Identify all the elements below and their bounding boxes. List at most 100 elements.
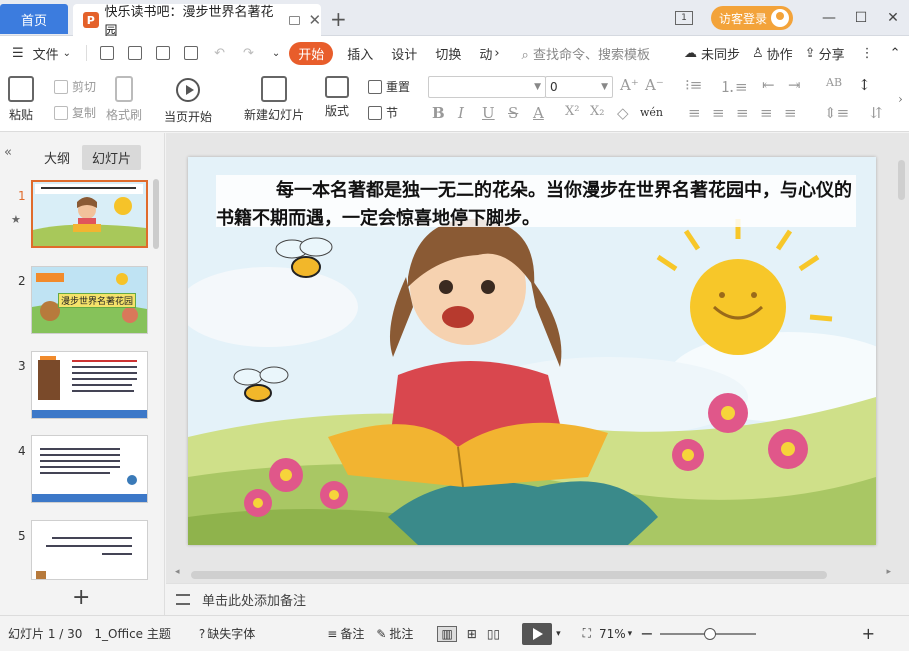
notes-toggle-button[interactable]: 备注 [340, 625, 364, 642]
horizontal-scrollbar[interactable]: ◂ ▸ [175, 567, 895, 581]
command-search-input[interactable]: ⌕ 查找命令、搜索模板 [522, 44, 650, 63]
collaborate-button[interactable]: 协作 [767, 44, 793, 63]
tab-slides[interactable]: 幻灯片 [82, 145, 142, 170]
zoom-slider[interactable] [659, 627, 756, 640]
zoom-out-button[interactable]: − [640, 624, 653, 643]
slide-thumbnail[interactable]: 漫步世界名著花园 [31, 266, 148, 334]
chevron-down-icon[interactable]: ▾ [628, 629, 633, 639]
scroll-right-icon[interactable]: ▸ [886, 567, 891, 577]
zoom-in-button[interactable]: + [862, 624, 875, 643]
slide-canvas[interactable]: 每一本名著都是独一无二的花朵。当你漫步在世界名著花园中，与心仪的书籍不期而遇，一… [188, 157, 876, 545]
paragraph-spacing-icon[interactable]: ⇕≡ [824, 104, 849, 122]
maximize-button[interactable]: ☐ [845, 10, 877, 26]
increase-font-icon[interactable]: A⁺ [620, 76, 639, 94]
document-tab[interactable]: P 快乐读书吧：漫步世界名著花园 ✕ [73, 4, 321, 39]
preview-icon[interactable] [184, 46, 199, 60]
slide-thumbnail[interactable] [31, 435, 148, 503]
hamburger-icon[interactable]: ☰ [12, 46, 24, 61]
text-direction-icon[interactable]: ⇵ [870, 104, 883, 122]
align-left-icon[interactable]: ≡ [688, 104, 701, 122]
tab-design[interactable]: 设计 [391, 44, 417, 63]
ribbon-scroll-right-icon[interactable]: › [898, 92, 903, 106]
line-spacing-icon[interactable]: ↕ [858, 76, 871, 94]
notes-pane[interactable]: 单击此处添加备注 [166, 583, 909, 615]
subscript-button[interactable]: X₂ [590, 104, 604, 119]
monitor-icon[interactable] [288, 15, 301, 25]
strikethrough-button[interactable]: S [508, 104, 518, 122]
zoom-level[interactable]: 71% [599, 627, 626, 641]
font-size-select[interactable]: 0 ▼ [545, 76, 613, 98]
decrease-indent-icon[interactable]: ⇤ [762, 76, 775, 94]
comment-button[interactable]: 批注 [389, 625, 413, 642]
print-preview-icon[interactable] [156, 46, 171, 60]
new-slide-button[interactable]: 新建幻灯片 [244, 76, 304, 123]
redo-icon[interactable]: ↷ [243, 46, 254, 61]
slideshow-play-button[interactable] [522, 622, 553, 645]
more-icon[interactable]: ⋮ [861, 46, 874, 61]
font-color-button[interactable]: A [533, 104, 544, 122]
section-button[interactable]: 节 [368, 104, 398, 121]
theme-name[interactable]: 1_Office 主题 [94, 625, 170, 642]
copy-button[interactable]: 复制 [54, 104, 96, 121]
guest-login-button[interactable]: 访客登录 [710, 6, 793, 30]
slide-thumbnail[interactable] [31, 520, 148, 580]
vertical-scroll-thumb[interactable] [898, 160, 905, 200]
notes-placeholder[interactable]: 单击此处添加备注 [202, 590, 306, 609]
save-icon[interactable] [100, 46, 115, 60]
chevron-right-icon[interactable]: › [494, 46, 499, 61]
layout-button[interactable]: 版式 [325, 76, 349, 119]
align-center-icon[interactable]: ≡ [712, 104, 725, 122]
underline-button[interactable]: U [482, 104, 495, 122]
horizontal-scroll-thumb[interactable] [191, 571, 827, 579]
close-window-button[interactable]: ✕ [877, 10, 909, 26]
reset-button[interactable]: 重置 [368, 78, 410, 95]
close-tab-icon[interactable]: ✕ [308, 11, 321, 29]
collapse-ribbon-icon[interactable]: ⌃ [890, 46, 901, 61]
reading-view-icon[interactable]: ▯▯ [487, 627, 500, 641]
text-box-icon[interactable]: AB [826, 76, 842, 89]
justify-icon[interactable]: ≡ [760, 104, 773, 122]
font-family-select[interactable]: ▼ [428, 76, 546, 98]
missing-font-button[interactable]: 缺失字体 [207, 625, 255, 642]
superscript-button[interactable]: X² [565, 104, 579, 119]
format-painter-button[interactable]: 格式刷 [106, 76, 142, 123]
bold-button[interactable]: B [432, 104, 445, 122]
distribute-icon[interactable]: ≡ [784, 104, 797, 122]
new-tab-button[interactable]: + [330, 7, 347, 31]
customize-chevron-icon[interactable]: ⌄ [272, 48, 280, 59]
chevron-down-icon[interactable]: ▾ [556, 629, 561, 639]
slide-sorter-icon[interactable]: ⊞ [467, 627, 477, 641]
add-slide-button[interactable]: + [72, 585, 90, 610]
phonetic-guide-button[interactable]: wén [640, 106, 663, 119]
align-right-icon[interactable]: ≡ [736, 104, 749, 122]
tab-transition[interactable]: 切换 [435, 44, 461, 63]
vertical-scrollbar[interactable] [896, 150, 906, 570]
fit-window-icon[interactable]: ⛶ [583, 626, 591, 641]
thumbnail-scrollbar[interactable] [153, 179, 159, 249]
undo-icon[interactable]: ↶ [214, 46, 225, 61]
decrease-font-icon[interactable]: A⁻ [645, 76, 664, 94]
tab-insert[interactable]: 插入 [347, 44, 373, 63]
sync-status[interactable]: 未同步 [701, 44, 740, 63]
zoom-slider-handle[interactable] [703, 627, 716, 640]
scroll-left-icon[interactable]: ◂ [175, 567, 180, 577]
numbering-icon[interactable]: ⒈≡ [720, 76, 748, 97]
slide-thumbnail[interactable] [31, 180, 148, 248]
italic-button[interactable]: I [458, 104, 464, 122]
print-icon[interactable] [128, 46, 143, 60]
increase-indent-icon[interactable]: ⇥ [788, 76, 801, 94]
normal-view-icon[interactable]: ▥ [437, 625, 457, 642]
home-tab[interactable]: 首页 [0, 4, 68, 34]
tab-home[interactable]: 开始 [289, 41, 334, 65]
play-from-current-button[interactable]: 当页开始 [164, 78, 212, 125]
workspace-icon[interactable]: 1 [674, 11, 693, 25]
file-menu[interactable]: 文件 [33, 44, 59, 63]
paste-button[interactable]: 粘贴 [8, 76, 34, 123]
tab-outline[interactable]: 大纲 [44, 148, 70, 167]
tab-animation[interactable]: 动 [479, 44, 492, 63]
minimize-button[interactable]: — [813, 10, 845, 26]
eraser-icon[interactable]: ◇ [617, 104, 629, 122]
slide-thumbnail[interactable] [31, 351, 148, 419]
share-button[interactable]: 分享 [819, 44, 845, 63]
cut-button[interactable]: 剪切 [54, 78, 96, 95]
